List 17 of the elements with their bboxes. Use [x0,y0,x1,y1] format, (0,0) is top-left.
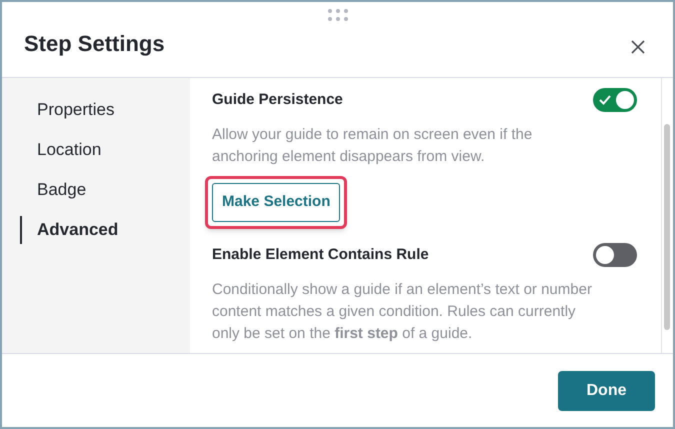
done-button[interactable]: Done [558,370,655,410]
sidebar-tab[interactable]: Properties [20,96,190,124]
drag-handle-icon[interactable] [326,8,350,22]
setting-description: Conditionally show a guide if an element’s text or number content matches a given condition. Rules can currently only be set on the first step of a guide. [212,280,593,344]
sidebar-tab[interactable]: Location [20,136,190,164]
sidebar-tab[interactable]: Advanced [20,216,190,244]
close-icon[interactable] [631,40,645,54]
toggle-switch[interactable] [593,88,637,112]
make-selection-button[interactable]: Make Selection [212,183,340,222]
toggle-switch[interactable] [593,243,637,267]
setting-title: Guide Persistence [212,90,343,110]
setting-title: Enable Element Contains Rule [212,244,429,265]
dialog-title: Step Settings [24,30,165,58]
scrollbar-thumb[interactable] [664,124,670,330]
setting-description: Allow your guide to remain on screen even if the anchoring element disappears from view. [212,125,534,167]
sidebar-tab[interactable]: Badge [20,176,190,204]
check-icon [599,95,611,105]
